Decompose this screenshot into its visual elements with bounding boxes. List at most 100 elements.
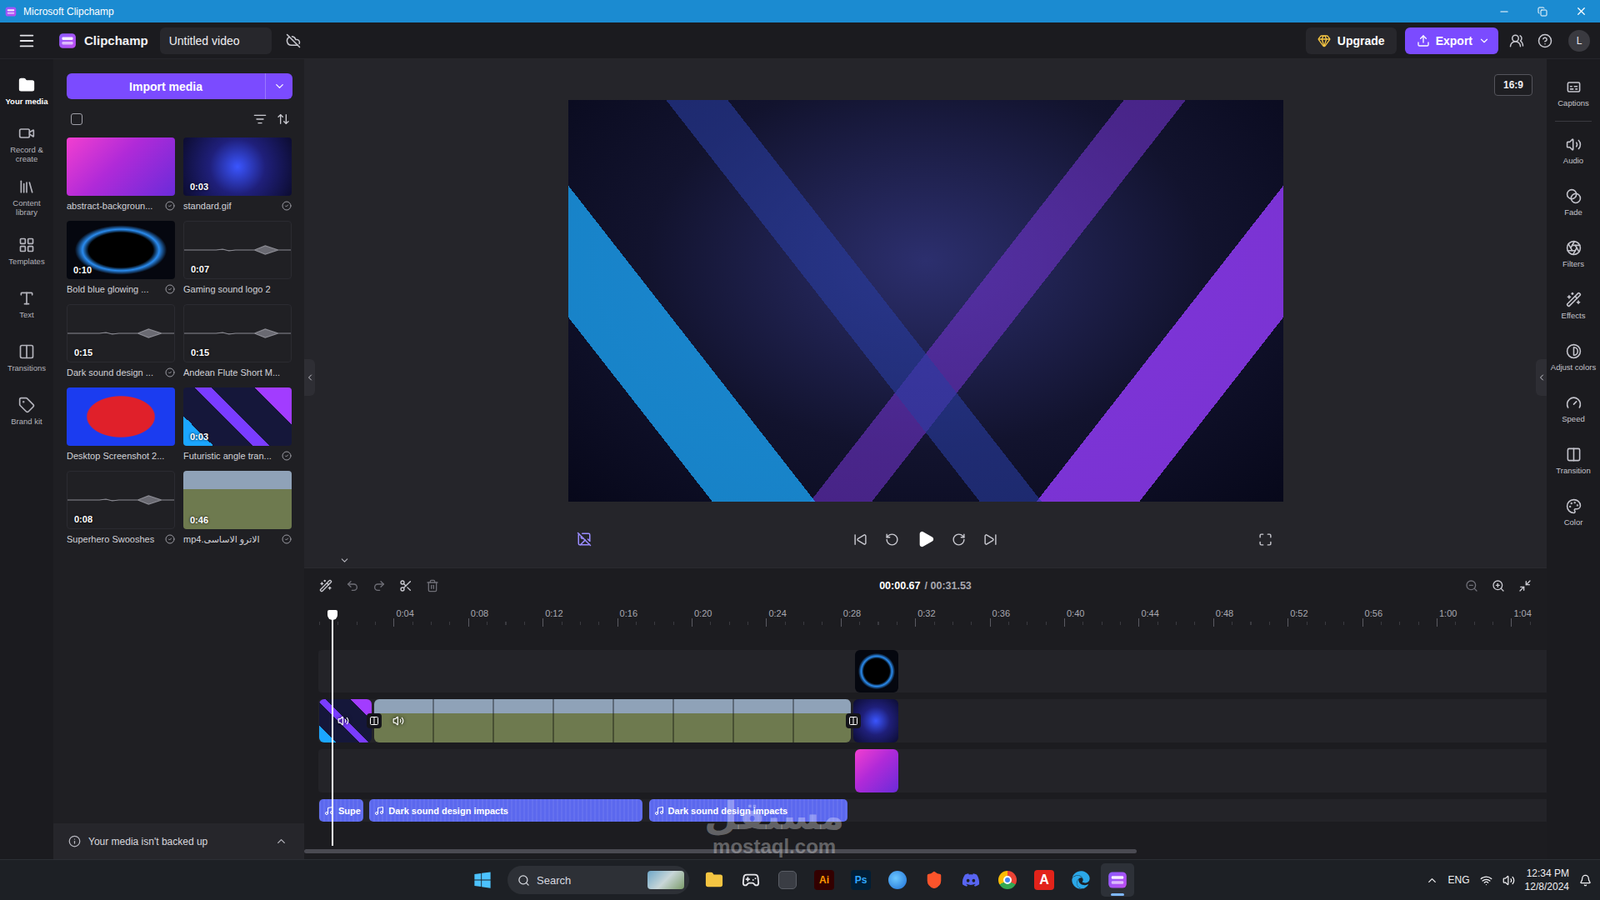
rewind-button[interactable] [882,529,903,550]
zoom-in-button[interactable] [1488,575,1509,596]
notification-bell-icon[interactable] [1579,874,1592,887]
property-tool[interactable]: Color [1548,486,1599,539]
menu-button[interactable] [16,30,37,51]
delete-button[interactable] [422,575,443,596]
taskbar-app[interactable] [734,863,768,897]
media-thumbnail[interactable]: 0:07 [183,220,292,280]
playhead[interactable] [331,610,334,846]
media-clip[interactable] [855,749,899,793]
media-clip[interactable] [319,699,372,743]
taskbar-app[interactable]: A [1027,863,1061,897]
backup-notice[interactable]: Your media isn't backed up [53,823,305,860]
collapse-left-panel-button[interactable] [304,359,315,396]
property-tool[interactable]: Transition [1548,435,1599,487]
taskbar-search[interactable]: Search [507,865,690,895]
undo-button[interactable] [342,575,363,596]
skip-to-end-button[interactable] [980,529,1001,550]
media-thumbnail[interactable]: 0:08 [66,470,175,530]
play-button[interactable] [914,527,938,551]
media-card[interactable]: 0:15Andean Flute Short M... [183,304,292,379]
scrollbar-thumb[interactable] [304,849,1137,854]
media-card[interactable]: 0:03standard.gif [183,137,292,212]
rail-item[interactable]: Content library [1,170,52,225]
taskbar-app[interactable] [770,863,805,897]
taskbar-app[interactable] [1100,863,1135,897]
rail-item[interactable]: Transitions [1,330,52,385]
help-button[interactable] [1535,30,1555,51]
import-options-button[interactable] [265,73,293,100]
media-card[interactable]: 0:03Futuristic angle tran... [183,387,292,462]
redo-button[interactable] [369,575,390,596]
fit-timeline-button[interactable] [1515,575,1535,596]
collapse-timeline-button[interactable] [337,554,351,566]
taskbar-app[interactable] [954,863,988,897]
magic-edit-button[interactable] [315,575,336,596]
transition-button[interactable] [845,713,861,729]
media-card[interactable]: 0:07Gaming sound logo 2 [183,220,292,295]
import-media-button[interactable]: Import media [66,73,265,100]
tray-overflow-icon[interactable] [1425,874,1439,887]
input-language[interactable]: ENG [1448,874,1470,886]
forward-button[interactable] [949,529,970,550]
rail-item[interactable]: Record & create [1,117,52,171]
restore-button[interactable] [1523,0,1562,23]
playhead-handle[interactable] [327,610,338,620]
media-thumbnail[interactable]: 0:46 [183,470,292,530]
filter-button[interactable] [250,110,270,129]
property-tool[interactable]: Fade [1548,176,1599,229]
media-thumbnail[interactable]: 0:15 [66,304,175,363]
media-thumbnail[interactable] [66,137,175,196]
sort-button[interactable] [274,110,293,129]
rail-item[interactable]: Text [1,277,52,331]
audio-clip[interactable]: Dark sound design impacts [649,799,848,822]
media-card[interactable]: 0:08Superhero Swooshes [66,470,175,545]
rail-item[interactable]: Your media [1,64,52,118]
start-button[interactable] [465,863,500,897]
aspect-ratio-button[interactable]: 16:9 [1494,74,1533,96]
media-thumbnail[interactable]: 0:10 [66,220,175,280]
property-tool[interactable]: Filters [1548,228,1599,280]
media-card[interactable]: 0:46الاترو الاساسى.mp4 [183,470,292,545]
export-button[interactable]: Export [1405,27,1499,55]
clip-audio-badge[interactable] [392,715,405,727]
property-tool[interactable]: Audio [1548,125,1599,177]
media-thumbnail[interactable]: 0:03 [183,137,292,196]
property-tool[interactable]: Captions [1548,67,1599,120]
media-clip[interactable] [374,699,850,743]
taskbar-app[interactable]: Ai [807,863,841,897]
rail-item[interactable]: Brand kit [1,384,52,438]
audio-clip[interactable]: Dark sound design impacts [369,799,643,822]
wifi-icon[interactable] [1480,874,1493,887]
zoom-out-button[interactable] [1461,575,1482,596]
project-title-field[interactable]: Untitled video [160,27,272,55]
fullscreen-button[interactable] [1255,529,1276,550]
share-button[interactable] [1506,30,1527,51]
property-tool[interactable]: Adjust colors [1548,331,1599,384]
time-ruler[interactable]: 0:040:080:120:160:200:240:280:320:360:40… [318,603,1547,645]
upgrade-button[interactable]: Upgrade [1305,27,1397,55]
property-tool[interactable]: Speed [1548,383,1599,435]
transition-button[interactable] [366,713,382,729]
minimize-button[interactable] [1485,0,1524,23]
preview-quality-button[interactable] [574,529,595,550]
close-button[interactable] [1561,0,1600,23]
rail-item[interactable]: Templates [1,224,52,278]
taskbar-app[interactable] [697,863,731,897]
audio-clip[interactable]: Supe [319,799,364,822]
media-clip[interactable] [855,650,899,693]
media-card[interactable]: 0:15Dark sound design ... [66,304,175,379]
media-thumbnail[interactable]: 0:03 [183,387,292,446]
media-card[interactable]: Desktop Screenshot 2... [66,387,175,462]
taskbar-app[interactable] [917,863,951,897]
user-avatar[interactable]: L [1568,30,1590,52]
taskbar-app[interactable] [990,863,1025,897]
media-thumbnail[interactable] [66,387,175,446]
media-card[interactable]: 0:10Bold blue glowing ... [66,220,175,295]
taskbar-app[interactable] [1064,863,1098,897]
backup-status-button[interactable] [283,30,304,51]
taskbar-app[interactable] [880,863,915,897]
media-thumbnail[interactable]: 0:15 [183,304,292,363]
skip-to-start-button[interactable] [850,529,871,550]
split-button[interactable] [395,575,416,596]
taskbar-app[interactable]: Ps [844,863,878,897]
